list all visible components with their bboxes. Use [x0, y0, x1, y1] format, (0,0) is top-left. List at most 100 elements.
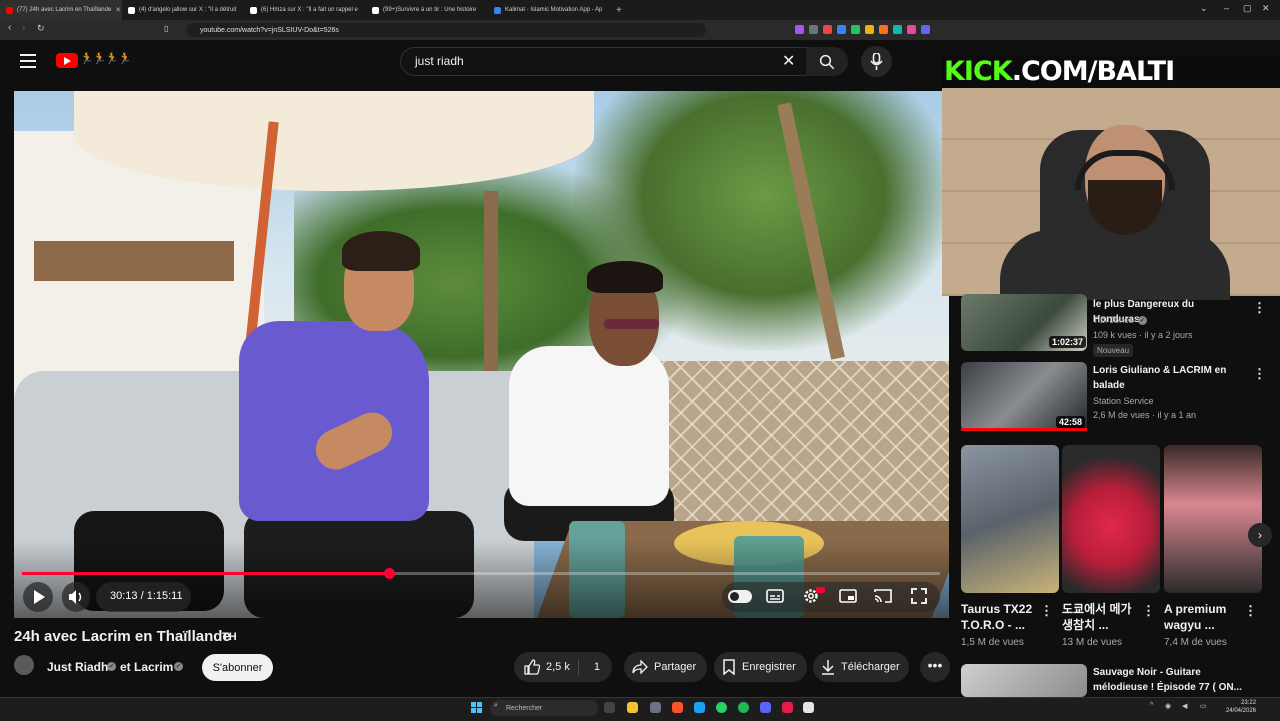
shorts-next-icon[interactable]: › — [1248, 523, 1272, 547]
verified-badge-icon: ✓ — [107, 662, 116, 671]
logo-doodle[interactable]: 🏃🏃🏃🏃 — [80, 52, 132, 65]
short-title[interactable]: A premium wagyu ... — [1164, 601, 1244, 633]
notion-icon[interactable] — [803, 702, 814, 713]
extension-icon[interactable] — [837, 25, 846, 34]
maximize-icon[interactable]: ▢ — [1243, 3, 1252, 14]
taskbar-clock[interactable]: 23:22 24/04/2026 — [1226, 699, 1256, 715]
video-title-tag: TH — [222, 631, 237, 643]
taskbar-search[interactable]: Rechercher — [490, 700, 598, 716]
subscribe-label: S'abonner — [212, 661, 263, 674]
app-icon[interactable] — [694, 702, 705, 713]
browser-tab[interactable]: Kalimat - Islamic Motivation App - Ap — [488, 0, 610, 20]
x-favicon-icon — [250, 6, 257, 14]
tab-list-icon[interactable]: ⌄ — [1200, 3, 1208, 14]
browser-tab[interactable]: (4) d'angelo jallow sur X : "Il a détrui… — [122, 0, 244, 20]
discord-icon[interactable] — [760, 702, 771, 713]
extension-icon[interactable] — [879, 25, 888, 34]
volume-tray-icon[interactable]: ◀ — [1182, 702, 1187, 710]
start-icon[interactable] — [471, 702, 483, 714]
download-button[interactable]: Télécharger — [813, 652, 909, 682]
short-thumbnail[interactable] — [1164, 445, 1262, 593]
collab-channel-name[interactable]: et Lacrim — [120, 660, 173, 674]
browser-tab-strip: (77) 24h avec Lacrim en Thaïllande ✕ (4) … — [0, 0, 1280, 20]
short-thumbnail[interactable] — [1062, 445, 1160, 593]
app-icon[interactable] — [782, 702, 793, 713]
miniplayer-icon[interactable] — [839, 588, 857, 604]
search-input-value[interactable]: just riadh — [415, 54, 464, 68]
dislike-count[interactable]: 1 — [594, 661, 600, 673]
play-button[interactable] — [23, 582, 53, 612]
browser-tab[interactable]: (99+)Survivre à un tir : Une histoire — [366, 0, 488, 20]
channel-avatar[interactable] — [14, 655, 34, 675]
subscribe-button[interactable]: S'abonner — [202, 654, 273, 681]
spotify-icon[interactable] — [738, 702, 749, 713]
more-options-icon[interactable]: ⋮ — [1244, 603, 1257, 619]
more-actions-button[interactable]: ••• — [920, 652, 950, 682]
extension-icon[interactable] — [907, 25, 916, 34]
extension-icon[interactable] — [809, 25, 818, 34]
recommendation-channel[interactable]: Station Service — [1093, 396, 1154, 406]
recommendation-title[interactable]: Sauvage Noir - Guitare mélodieuse ! Épis… — [1093, 665, 1243, 695]
voice-search-button[interactable] — [861, 46, 892, 77]
close-window-icon[interactable]: ✕ — [1262, 3, 1270, 14]
save-button[interactable]: Enregistrer — [714, 652, 807, 682]
back-icon[interactable]: ‹ — [8, 22, 11, 33]
taskbar-search-placeholder: Rechercher — [506, 704, 543, 712]
browser-tab[interactable]: (6) Hmza sur X : "Il a fait un rappel e — [244, 0, 366, 20]
recommendation-title[interactable]: Loris Giuliano & LACRIM en balade — [1093, 363, 1243, 393]
cast-icon[interactable] — [874, 588, 892, 604]
more-options-icon[interactable]: ⋮ — [1253, 300, 1266, 316]
progress-scrubber-handle[interactable] — [384, 568, 395, 579]
bookmark-icon[interactable]: ▯ — [164, 24, 168, 33]
short-title[interactable]: 도쿄에서 메가 생참치 ... — [1062, 601, 1142, 633]
close-tab-icon[interactable]: ✕ — [115, 6, 121, 14]
minimize-icon[interactable]: – — [1224, 3, 1229, 13]
mute-button[interactable] — [62, 582, 90, 612]
url-field[interactable]: youtube.com/watch?v=jnSLSIUV-Do&t=526s — [186, 23, 706, 37]
search-icon: ⌕ — [494, 702, 498, 709]
recommendation-channel[interactable]: Tibi Jones — [1093, 315, 1134, 325]
hamburger-menu-icon[interactable] — [20, 54, 36, 68]
whatsapp-icon[interactable] — [716, 702, 727, 713]
forward-icon[interactable]: › — [22, 22, 25, 33]
app-icon[interactable] — [650, 702, 661, 713]
verified-badge-icon: ✓ — [174, 662, 183, 671]
tray-chevron-icon[interactable]: ^ — [1150, 702, 1153, 709]
like-button[interactable]: 2,5 k 1 — [514, 652, 612, 682]
brave-icon[interactable] — [672, 702, 683, 713]
video-player[interactable] — [14, 91, 949, 618]
network-icon[interactable]: ◉ — [1165, 702, 1171, 710]
reload-icon[interactable]: ↻ — [37, 23, 45, 34]
channel-name[interactable]: Just Riadh — [47, 660, 108, 674]
more-options-icon[interactable]: ⋮ — [1040, 603, 1053, 619]
video-frame-person — [509, 346, 669, 506]
taskbar — [0, 697, 1280, 721]
more-options-icon[interactable]: ⋮ — [1253, 366, 1266, 382]
search-button[interactable] — [806, 47, 848, 76]
new-tab-icon[interactable]: + — [610, 5, 628, 16]
task-view-icon[interactable] — [604, 702, 615, 713]
subtitles-icon[interactable] — [766, 588, 784, 604]
clear-search-icon[interactable]: ✕ — [782, 51, 795, 71]
recommendation-thumbnail[interactable] — [961, 664, 1087, 697]
browser-tab[interactable]: (77) 24h avec Lacrim en Thaïllande ✕ — [0, 0, 122, 20]
youtube-logo-icon[interactable] — [56, 53, 78, 68]
short-title[interactable]: Taurus TX22 T.O.R.O - ... — [961, 601, 1041, 633]
autoplay-toggle[interactable] — [728, 590, 752, 603]
x-favicon-icon — [128, 6, 135, 14]
extension-icon[interactable] — [851, 25, 860, 34]
file-explorer-icon[interactable] — [627, 702, 638, 713]
fullscreen-icon[interactable] — [911, 588, 927, 604]
extension-icon[interactable] — [865, 25, 874, 34]
more-options-icon[interactable]: ⋮ — [1142, 603, 1155, 619]
extension-icon[interactable] — [795, 25, 804, 34]
share-icon — [632, 660, 648, 674]
short-thumbnail[interactable] — [961, 445, 1059, 593]
battery-icon[interactable]: ▭ — [1200, 702, 1207, 710]
right-controls-pill — [722, 582, 940, 612]
video-frame-person — [587, 261, 663, 293]
extension-icon[interactable] — [893, 25, 902, 34]
extension-icon[interactable] — [921, 25, 930, 34]
share-button[interactable]: Partager — [624, 652, 707, 682]
extension-icon[interactable] — [823, 25, 832, 34]
